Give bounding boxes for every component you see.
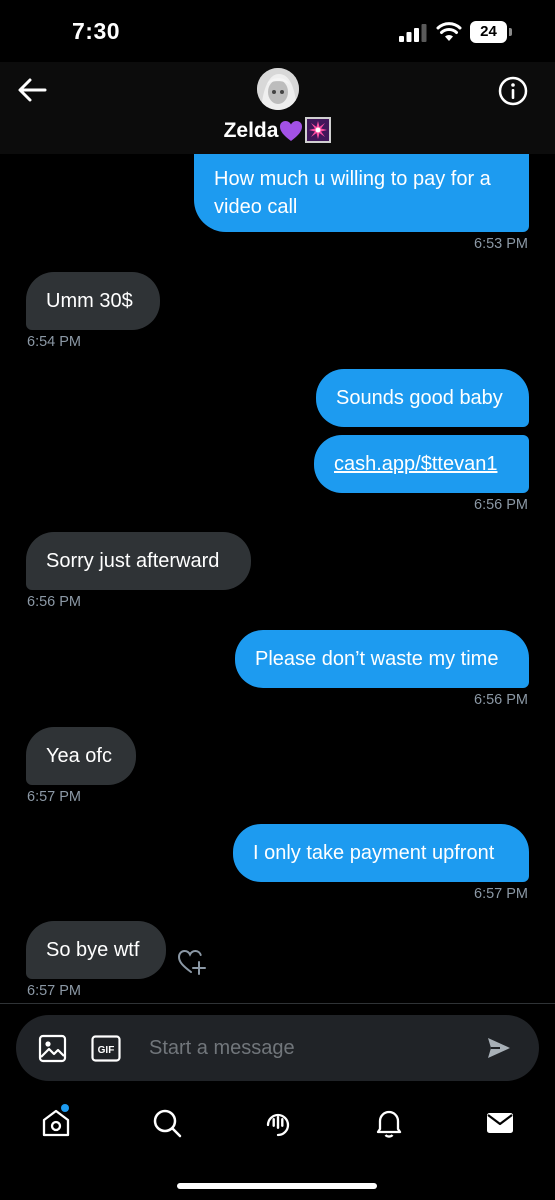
outgoing-message[interactable]: I only take payment upfront: [233, 824, 529, 882]
contact-name: Zelda: [223, 119, 279, 142]
search-icon[interactable]: [151, 1107, 183, 1139]
message-input[interactable]: [149, 1033, 469, 1063]
spaces-icon[interactable]: [262, 1107, 294, 1139]
wifi-icon: [436, 22, 462, 41]
message-link[interactable]: cash.app/$ttevan1: [334, 450, 497, 478]
message-text: So bye wtf: [46, 939, 140, 961]
battery-level: 24: [470, 21, 507, 43]
message-text: Umm 30$: [46, 290, 133, 312]
message-text: Please don’t waste my time: [255, 648, 499, 670]
add-reaction-icon[interactable]: [177, 948, 207, 976]
message-composer: GIF: [16, 1015, 539, 1081]
message-timestamp: 6:57 PM: [27, 789, 81, 805]
image-icon[interactable]: [38, 1034, 67, 1063]
incoming-message[interactable]: Yea ofc: [26, 727, 136, 785]
outgoing-message-link[interactable]: cash.app/$ttevan1: [314, 435, 529, 493]
message-timestamp: 6:56 PM: [27, 594, 81, 610]
outgoing-message[interactable]: Please don’t waste my time: [235, 630, 529, 688]
message-timestamp: 6:57 PM: [474, 886, 528, 902]
message-timestamp: 6:56 PM: [474, 497, 528, 513]
explosion-emoji-icon: [305, 117, 332, 143]
purple-heart-emoji-icon: [280, 121, 303, 141]
outgoing-message[interactable]: How much u willing to pay for a video ca…: [194, 154, 529, 232]
home-indicator[interactable]: [177, 1183, 377, 1189]
message-timestamp: 6:53 PM: [474, 236, 528, 252]
battery-indicator: 24: [470, 21, 512, 43]
composer-divider: [0, 1003, 555, 1004]
gif-icon[interactable]: GIF: [91, 1035, 121, 1062]
messages-icon[interactable]: [484, 1107, 516, 1139]
gif-label: GIF: [98, 1045, 115, 1056]
battery-cap: [509, 28, 512, 36]
incoming-message[interactable]: So bye wtf: [26, 921, 166, 979]
outgoing-message[interactable]: Sounds good baby: [316, 369, 529, 427]
contact-name-row[interactable]: Zelda: [0, 117, 555, 144]
bottom-navigation: [0, 1095, 555, 1155]
cellular-signal-icon: [399, 24, 427, 42]
conversation-header: Zelda: [0, 62, 555, 154]
incoming-message[interactable]: Umm 30$: [26, 272, 160, 330]
message-text: How much u willing to pay for a video ca…: [214, 168, 491, 218]
message-timestamp: 6:56 PM: [474, 692, 528, 708]
back-arrow-icon[interactable]: [16, 76, 48, 104]
notifications-icon[interactable]: [373, 1107, 405, 1139]
info-icon[interactable]: [497, 75, 529, 107]
send-icon[interactable]: [486, 1036, 512, 1060]
home-icon[interactable]: [40, 1107, 72, 1139]
status-bar: 7:30 24: [0, 0, 555, 62]
message-text: I only take payment upfront: [253, 842, 495, 864]
message-timestamp: 6:57 PM: [27, 983, 81, 999]
message-timestamp: 6:54 PM: [27, 334, 81, 350]
notification-dot: [61, 1104, 69, 1112]
message-text: Sounds good baby: [336, 387, 503, 409]
incoming-message[interactable]: Sorry just afterward: [26, 532, 251, 590]
avatar-image-icon: [257, 68, 299, 110]
status-time: 7:30: [72, 18, 121, 44]
message-text: Sorry just afterward: [46, 550, 220, 572]
message-text: Yea ofc: [46, 745, 112, 767]
avatar[interactable]: [257, 68, 299, 110]
